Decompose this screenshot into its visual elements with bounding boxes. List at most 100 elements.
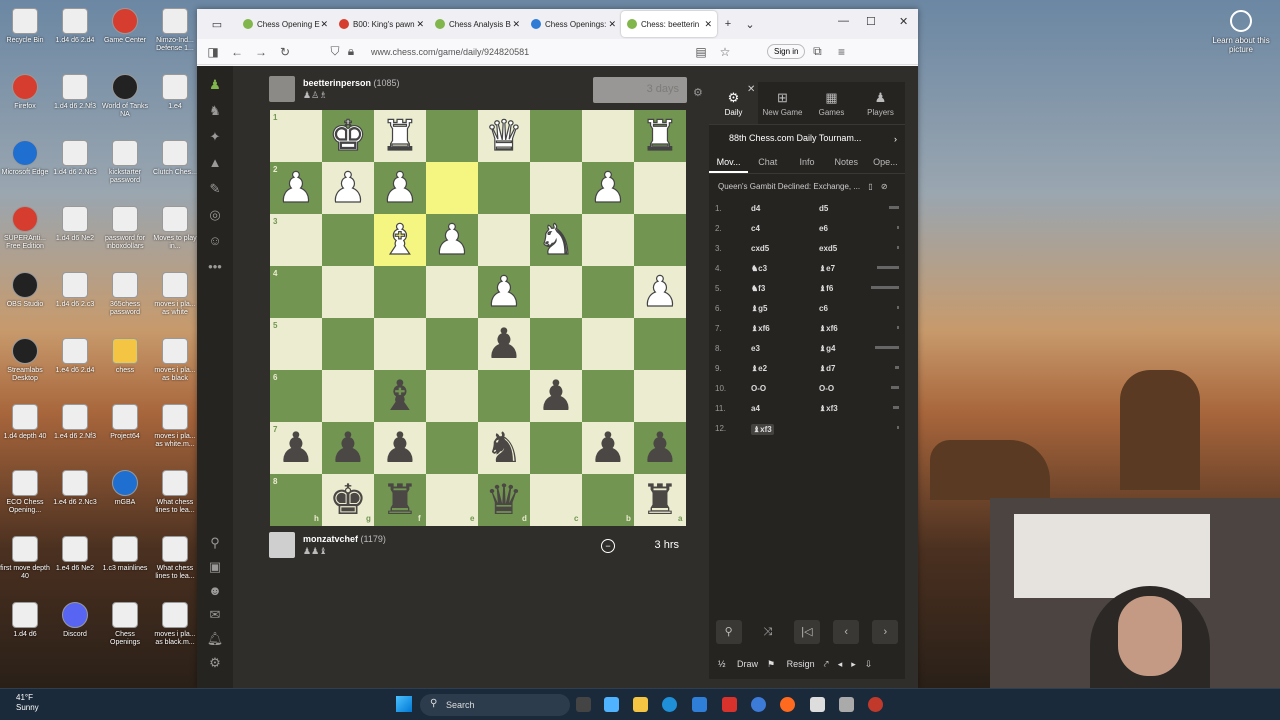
white-piece[interactable]: ♟ xyxy=(582,162,634,214)
board-square[interactable] xyxy=(270,370,322,422)
first-move-icon[interactable]: |◁ xyxy=(793,620,820,644)
reload-icon[interactable]: ↻ xyxy=(273,45,297,59)
minimize-icon[interactable]: — xyxy=(838,15,849,27)
white-move[interactable]: e3 xyxy=(751,344,760,353)
white-move[interactable]: c4 xyxy=(751,224,760,233)
black-move[interactable]: d5 xyxy=(819,204,828,213)
board-square[interactable] xyxy=(478,370,530,422)
board-square[interactable] xyxy=(582,266,634,318)
black-piece[interactable]: ♚ xyxy=(322,474,374,526)
desktop-icon[interactable]: 1.e4 d6 2.Nf3 xyxy=(50,398,100,462)
copilot-icon[interactable] xyxy=(604,697,619,712)
file-explorer-icon[interactable] xyxy=(633,697,648,712)
board-square[interactable] xyxy=(426,162,478,214)
black-piece[interactable]: ♟ xyxy=(478,318,530,370)
board-square[interactable] xyxy=(322,214,374,266)
back-arrow-icon[interactable]: ◂ xyxy=(838,659,843,670)
subtab[interactable]: Mov... xyxy=(709,150,749,173)
desktop-icon[interactable]: What chess lines to lea... xyxy=(150,530,200,594)
board-square[interactable] xyxy=(582,214,634,266)
chess-board[interactable]: 1 2 3 4 5 6 7 8 h g f e d c b a ♚ ♜ ♛ ♜ ♟ ♟ ♟ ♟ ♝ ♟ ♞ ♟ ♟ ♟ ♝ ♟ ♟ ♟ ♟ ♞ ♟ ♟ ♚ ♜… xyxy=(270,110,686,526)
weather-widget[interactable]: 41°F Sunny xyxy=(16,693,39,713)
desktop-icon[interactable]: password for inboxdollars xyxy=(100,200,150,264)
tab-overview-icon[interactable]: ▭ xyxy=(197,18,237,31)
black-piece[interactable]: ♟ xyxy=(530,370,582,422)
black-piece[interactable]: ♟ xyxy=(582,422,634,474)
board-square[interactable] xyxy=(530,162,582,214)
black-move[interactable]: O-O xyxy=(819,384,834,393)
black-piece[interactable]: ♟ xyxy=(322,422,374,474)
white-move[interactable]: cxd5 xyxy=(751,244,769,253)
desktop-icon[interactable]: moves i pla... as black xyxy=(150,332,200,396)
desktop-icon[interactable]: 1.d4 d6 2.d4 xyxy=(50,2,100,66)
shuffle-icon[interactable]: ⤨ xyxy=(755,620,781,644)
download-icon[interactable]: ⇩ xyxy=(865,659,873,670)
notes-icon[interactable] xyxy=(810,697,825,712)
lock-icon[interactable]: 🔒︎ xyxy=(343,44,359,59)
black-piece[interactable]: ♟ xyxy=(374,422,426,474)
desktop-icon[interactable]: What chess lines to lea... xyxy=(150,464,200,528)
board-square[interactable] xyxy=(322,318,374,370)
desktop-icon[interactable]: kickstarter password xyxy=(100,134,150,198)
white-move[interactable]: ♞c3 xyxy=(751,264,767,273)
white-move[interactable]: O-O xyxy=(751,384,766,393)
board-square[interactable] xyxy=(634,214,686,266)
close-window-icon[interactable]: ✕ xyxy=(899,15,908,28)
desktop-icon[interactable]: Game Center xyxy=(100,2,150,66)
bookmark-star-icon[interactable]: ☆ xyxy=(713,45,737,59)
desktop-icon[interactable]: chess xyxy=(100,332,150,396)
desktop-icon[interactable]: 365chess password xyxy=(100,266,150,330)
close-tab-icon[interactable]: ✕ xyxy=(512,19,520,30)
back-icon[interactable]: ← xyxy=(225,45,249,59)
desktop-icon[interactable]: 1.d4 d6 2.Nf3 xyxy=(50,68,100,132)
learn-about-picture[interactable]: Learn about this picture xyxy=(1210,10,1272,54)
desktop-icon[interactable]: OBS Studio xyxy=(0,266,50,330)
desktop-icon[interactable]: Firefox xyxy=(0,68,50,132)
sign-in-button[interactable]: Sign in xyxy=(767,44,806,59)
desktop-icon[interactable]: moves i pla... as white xyxy=(150,266,200,330)
firefox-icon[interactable] xyxy=(780,697,795,712)
panel-tab-new-game[interactable]: ⊞ New Game xyxy=(758,82,807,124)
board-square[interactable] xyxy=(530,110,582,162)
close-tab-icon[interactable]: ✕ xyxy=(320,19,328,30)
forward-icon[interactable]: → xyxy=(249,45,273,59)
desktop-icon[interactable]: 1.c3 mainlines xyxy=(100,530,150,594)
app-icon[interactable] xyxy=(868,697,883,712)
url-input[interactable]: www.chess.com/game/daily/924820581 xyxy=(371,47,689,57)
close-panel-icon[interactable]: ✕ xyxy=(747,84,755,95)
subtab[interactable]: Notes xyxy=(827,150,866,173)
desktop-icon[interactable]: Moves to play in... xyxy=(150,200,200,264)
app-icon[interactable] xyxy=(839,697,854,712)
edge-icon[interactable] xyxy=(662,697,677,712)
app-icon[interactable] xyxy=(722,697,737,712)
desktop-icon[interactable]: Chess Openings xyxy=(100,596,150,660)
resign-button[interactable]: ⚑ Resign xyxy=(767,659,815,670)
start-button[interactable] xyxy=(396,696,412,712)
black-move[interactable]: exd5 xyxy=(819,244,837,253)
board-square[interactable] xyxy=(374,266,426,318)
messages-icon[interactable]: ✉ xyxy=(197,602,233,628)
black-move[interactable]: ♝f6 xyxy=(819,284,833,293)
desktop-icon[interactable]: Project64 xyxy=(100,398,150,462)
browser-tab[interactable]: Chess Opening E ✕ xyxy=(237,11,333,37)
desktop-icon[interactable]: mGBA xyxy=(100,464,150,528)
desktop-icon[interactable]: Nimzo-Ind... Defense 1... xyxy=(150,2,200,66)
opening-name[interactable]: Queen's Gambit Declined: Exchange, ... ▯… xyxy=(709,174,905,198)
extensions-icon[interactable]: ⧉ xyxy=(805,44,829,59)
desktop-icon[interactable]: 1.e4 xyxy=(150,68,200,132)
board-square[interactable] xyxy=(530,422,582,474)
sidebar-toggle-icon[interactable]: ◨ xyxy=(201,45,225,59)
board-square[interactable] xyxy=(478,162,530,214)
white-piece[interactable]: ♞ xyxy=(530,214,582,266)
browser-tab[interactable]: Chess Analysis B ✕ xyxy=(429,11,525,37)
board-square[interactable] xyxy=(322,266,374,318)
board-square[interactable] xyxy=(270,266,322,318)
desktop-icon[interactable]: Discord xyxy=(50,596,100,660)
board-square[interactable] xyxy=(582,370,634,422)
white-piece[interactable]: ♟ xyxy=(374,162,426,214)
share-icon[interactable]: ⤤ xyxy=(824,659,829,670)
white-move[interactable]: a4 xyxy=(751,404,760,413)
tab-list-icon[interactable]: ⌄ xyxy=(739,18,761,31)
shield-icon[interactable]: ⛉ xyxy=(327,44,343,59)
minus-circle-icon[interactable]: − xyxy=(601,539,615,553)
